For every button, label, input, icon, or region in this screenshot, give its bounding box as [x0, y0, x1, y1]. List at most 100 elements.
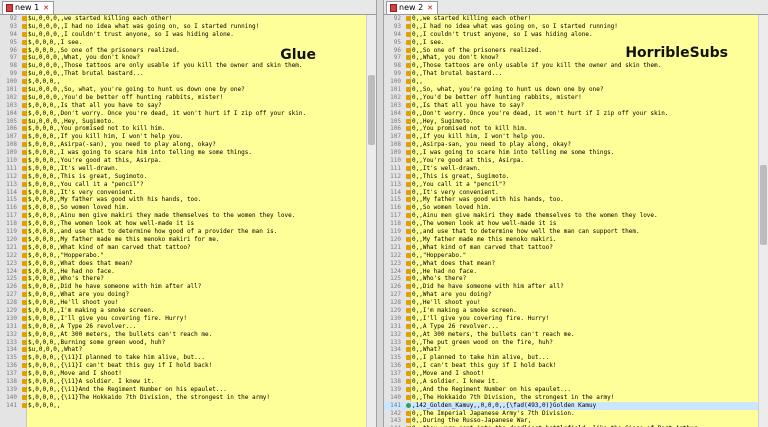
text-line[interactable]: 120 $,0,0,0,,My father made me this menok…: [0, 236, 366, 244]
vertical-scrollbar[interactable]: [758, 15, 768, 427]
text-line[interactable]: 94 0,,I couldn't trust anyone, so I was h…: [384, 31, 758, 39]
text-line[interactable]: 137 $,0,0,0,,Move and I shoot!: [0, 370, 366, 378]
text-line[interactable]: 142 0,,The Imperial Japanese Army's 7th D…: [384, 410, 758, 418]
text-line[interactable]: 135 $,0,0,0,,{\i1}I planned to take him a…: [0, 354, 366, 362]
text-line[interactable]: 106 0,,You promised not to kill him.: [384, 125, 758, 133]
text-line[interactable]: 127 $,0,0,0,,What are you doing?: [0, 291, 366, 299]
text-line[interactable]: 116 0,,So women loved him.: [384, 204, 758, 212]
text-line[interactable]: 124 $,0,0,0,,He had no face.: [0, 268, 366, 276]
text-line[interactable]: 110 0,,You're good at this, Asirpa.: [384, 157, 758, 165]
text-line[interactable]: 127 0,,What are you doing?: [384, 291, 758, 299]
text-line[interactable]: 92 0,,we started killing each other!: [384, 15, 758, 23]
split-divider[interactable]: [376, 0, 384, 427]
text-line[interactable]: 130 $,0,0,0,,I'll give you covering fire.…: [0, 315, 366, 323]
text-line[interactable]: 128 0,,He'll shoot you!: [384, 299, 758, 307]
text-line[interactable]: 106 $,0,0,0,,You promised not to kill him…: [0, 125, 366, 133]
text-line[interactable]: 105 $u,0,0,0,,Hey, Sugimoto.: [0, 118, 366, 126]
text-line[interactable]: 101 0,,So, what, you're going to hunt us …: [384, 86, 758, 94]
text-line[interactable]: 103 0,,Is that all you have to say?: [384, 102, 758, 110]
text-line[interactable]: 136 0,,I can't beat this guy if I hold ba…: [384, 362, 758, 370]
scroll-thumb[interactable]: [760, 165, 767, 245]
text-line[interactable]: 118 0,,The women look at how well-made it…: [384, 220, 758, 228]
text-line[interactable]: 133 0,,The put green wood on the fire, hu…: [384, 339, 758, 347]
text-line[interactable]: 95 $,0,0,0,,I see.: [0, 39, 366, 47]
text-line[interactable]: 133 $,0,0,0,,Burning some green wood, huh…: [0, 339, 366, 347]
text-line[interactable]: 103 $,0,0,0,,Is that all you have to say?: [0, 102, 366, 110]
text-line[interactable]: 102 $u,0,0,0,,You'd be better off hunting…: [0, 94, 366, 102]
text-line[interactable]: 132 $,0,0,0,,At 300 meters, the bullets c…: [0, 331, 366, 339]
text-line[interactable]: 139 0,,And the Regiment Number on his epa…: [384, 386, 758, 394]
text-line[interactable]: 131 0,,A Type 26 revolver...: [384, 323, 758, 331]
text-line[interactable]: 121 $,0,0,0,,What kind of man carved that…: [0, 244, 366, 252]
text-line[interactable]: 134 $u,0,0,0,,What?: [0, 346, 366, 354]
text-line[interactable]: 128 $,0,0,0,,He'll shoot you!: [0, 299, 366, 307]
text-line[interactable]: 104 0,,Don't worry. Once you're dead, it …: [384, 110, 758, 118]
text-line[interactable]: 120 0,,My father made me this menoko maki…: [384, 236, 758, 244]
text-line[interactable]: 123 0,,What does that mean?: [384, 260, 758, 268]
text-line[interactable]: 126 $,0,0,0,,Did he have someone with him…: [0, 283, 366, 291]
text-line[interactable]: 99 0,,That brutal bastard...: [384, 70, 758, 78]
text-line[interactable]: 107 $,0,0,0,,If you kill him, I won't hel…: [0, 133, 366, 141]
text-line[interactable]: 111 0,,It's well-drawn.: [384, 165, 758, 173]
text-line[interactable]: 121 0,,What kind of man carved that tatto…: [384, 244, 758, 252]
text-line[interactable]: 105 0,,Hey, Sugimoto.: [384, 118, 758, 126]
text-line[interactable]: 119 $,0,0,0,,and use that to determine ho…: [0, 228, 366, 236]
vertical-scrollbar[interactable]: [366, 15, 376, 427]
scroll-thumb[interactable]: [368, 75, 375, 145]
text-line[interactable]: 113 $,0,0,0,,You call it a "pencil"?: [0, 181, 366, 189]
text-line[interactable]: 117 0,,Ainu men give makiri they made the…: [384, 212, 758, 220]
text-line[interactable]: 93 0,,I had no idea what was going on, so…: [384, 23, 758, 31]
text-line[interactable]: 122 $,0,0,0,,"Hopperabo.": [0, 252, 366, 260]
text-line[interactable]: 125 $,0,0,0,,Who's there?: [0, 275, 366, 283]
text-line[interactable]: 112 0,,This is great, Sugimoto.: [384, 173, 758, 181]
text-line[interactable]: 112 $,0,0,0,,This is great, Sugimoto.: [0, 173, 366, 181]
text-line[interactable]: 135 0,,I planned to take him alive, but..…: [384, 354, 758, 362]
text-line[interactable]: 104 $,0,0,0,,Don't worry. Once you're dea…: [0, 110, 366, 118]
tab-new-2[interactable]: new 2 ✕: [386, 1, 439, 14]
text-line[interactable]: 123 $,0,0,0,,What does that mean?: [0, 260, 366, 268]
text-line[interactable]: 124 0,,He had no face.: [384, 268, 758, 276]
text-line[interactable]: 138 $,0,0,0,,{\i1}A soldier. I knew it.: [0, 378, 366, 386]
text-line[interactable]: 132 0,,At 300 meters, the bullets can't r…: [384, 331, 758, 339]
text-line[interactable]: 143 0,,During the Russo-Japanese War,: [384, 417, 758, 425]
left-text-area[interactable]: 92 $u,0,0,0,,we started killing each othe…: [0, 15, 376, 427]
text-line[interactable]: 136 $,0,0,0,,{\i1}I can't beat this guy i…: [0, 362, 366, 370]
text-line[interactable]: 139 $,0,0,0,,{\i1}And the Regiment Number…: [0, 386, 366, 394]
text-line[interactable]: 140 $,0,0,0,,{\i1}The Hokkaido 7th Divisi…: [0, 394, 366, 402]
text-line[interactable]: 113 0,,You call it a "pencil"?: [384, 181, 758, 189]
text-line[interactable]: 131 $,0,0,0,,A Type 26 revolver...: [0, 323, 366, 331]
text-line[interactable]: 94 $u,0,0,0,,I couldn't trust anyone, so …: [0, 31, 366, 39]
close-icon[interactable]: ✕: [427, 2, 433, 14]
text-line[interactable]: 110 $,0,0,0,,You're good at this, Asirpa.: [0, 157, 366, 165]
text-line[interactable]: 117 $,0,0,0,,Ainu men give makiri they ma…: [0, 212, 366, 220]
text-line[interactable]: 141 ,142_Golden_Kamuy,,0,0,0,,{\fad(493,0…: [384, 401, 758, 410]
text-line[interactable]: 122 0,,"Hopperabo.": [384, 252, 758, 260]
text-line[interactable]: 129 $,0,0,0,,I'm making a smoke screen.: [0, 307, 366, 315]
text-line[interactable]: 119 0,,and use that to determine how well…: [384, 228, 758, 236]
right-text-area[interactable]: 92 0,,we started killing each other! 93 0,,…: [384, 15, 768, 427]
close-icon[interactable]: ✕: [43, 2, 49, 14]
text-line[interactable]: 99 $u,0,0,0,,That brutal bastard...: [0, 70, 366, 78]
text-line[interactable]: 134 0,,What?: [384, 346, 758, 354]
text-line[interactable]: 100 $,0,0,0,,: [0, 78, 366, 86]
text-line[interactable]: 125 0,,Who's there?: [384, 275, 758, 283]
text-line[interactable]: 114 0,,It's very convenient.: [384, 189, 758, 197]
text-line[interactable]: 118 $,0,0,0,,The women look at how well-m…: [0, 220, 366, 228]
text-line[interactable]: 93 $u,0,0,0,,I had no idea what was going…: [0, 23, 366, 31]
text-line[interactable]: 126 0,,Did he have someone with him after…: [384, 283, 758, 291]
text-line[interactable]: 141 $,0,0,0,,: [0, 402, 366, 410]
text-line[interactable]: 115 $,0,0,0,,My father was good with his …: [0, 196, 366, 204]
text-line[interactable]: 109 $,0,0,0,,I was going to scare him int…: [0, 149, 366, 157]
text-line[interactable]: 138 0,,A soldier. I knew it.: [384, 378, 758, 386]
tab-new-1[interactable]: new 1 ✕: [2, 1, 55, 14]
text-line[interactable]: 140 0,,The Hokkaido 7th Division, the str…: [384, 394, 758, 402]
text-line[interactable]: 101 $u,0,0,0,,So, what, you're going to h…: [0, 86, 366, 94]
text-line[interactable]: 98 0,,Those tattoos are only usable if yo…: [384, 62, 758, 70]
text-line[interactable]: 107 0,,If you kill him, I won't help you.: [384, 133, 758, 141]
text-line[interactable]: 111 $,0,0,0,,It's well-drawn.: [0, 165, 366, 173]
text-line[interactable]: 137 0,,Move and I shoot!: [384, 370, 758, 378]
text-line[interactable]: 100 0,,: [384, 78, 758, 86]
text-line[interactable]: 108 0,,Asirpa-san, you need to play along…: [384, 141, 758, 149]
text-line[interactable]: 116 $,0,0,0,,So women loved him.: [0, 204, 366, 212]
text-line[interactable]: 102 0,,You'd be better off hunting rabbit…: [384, 94, 758, 102]
